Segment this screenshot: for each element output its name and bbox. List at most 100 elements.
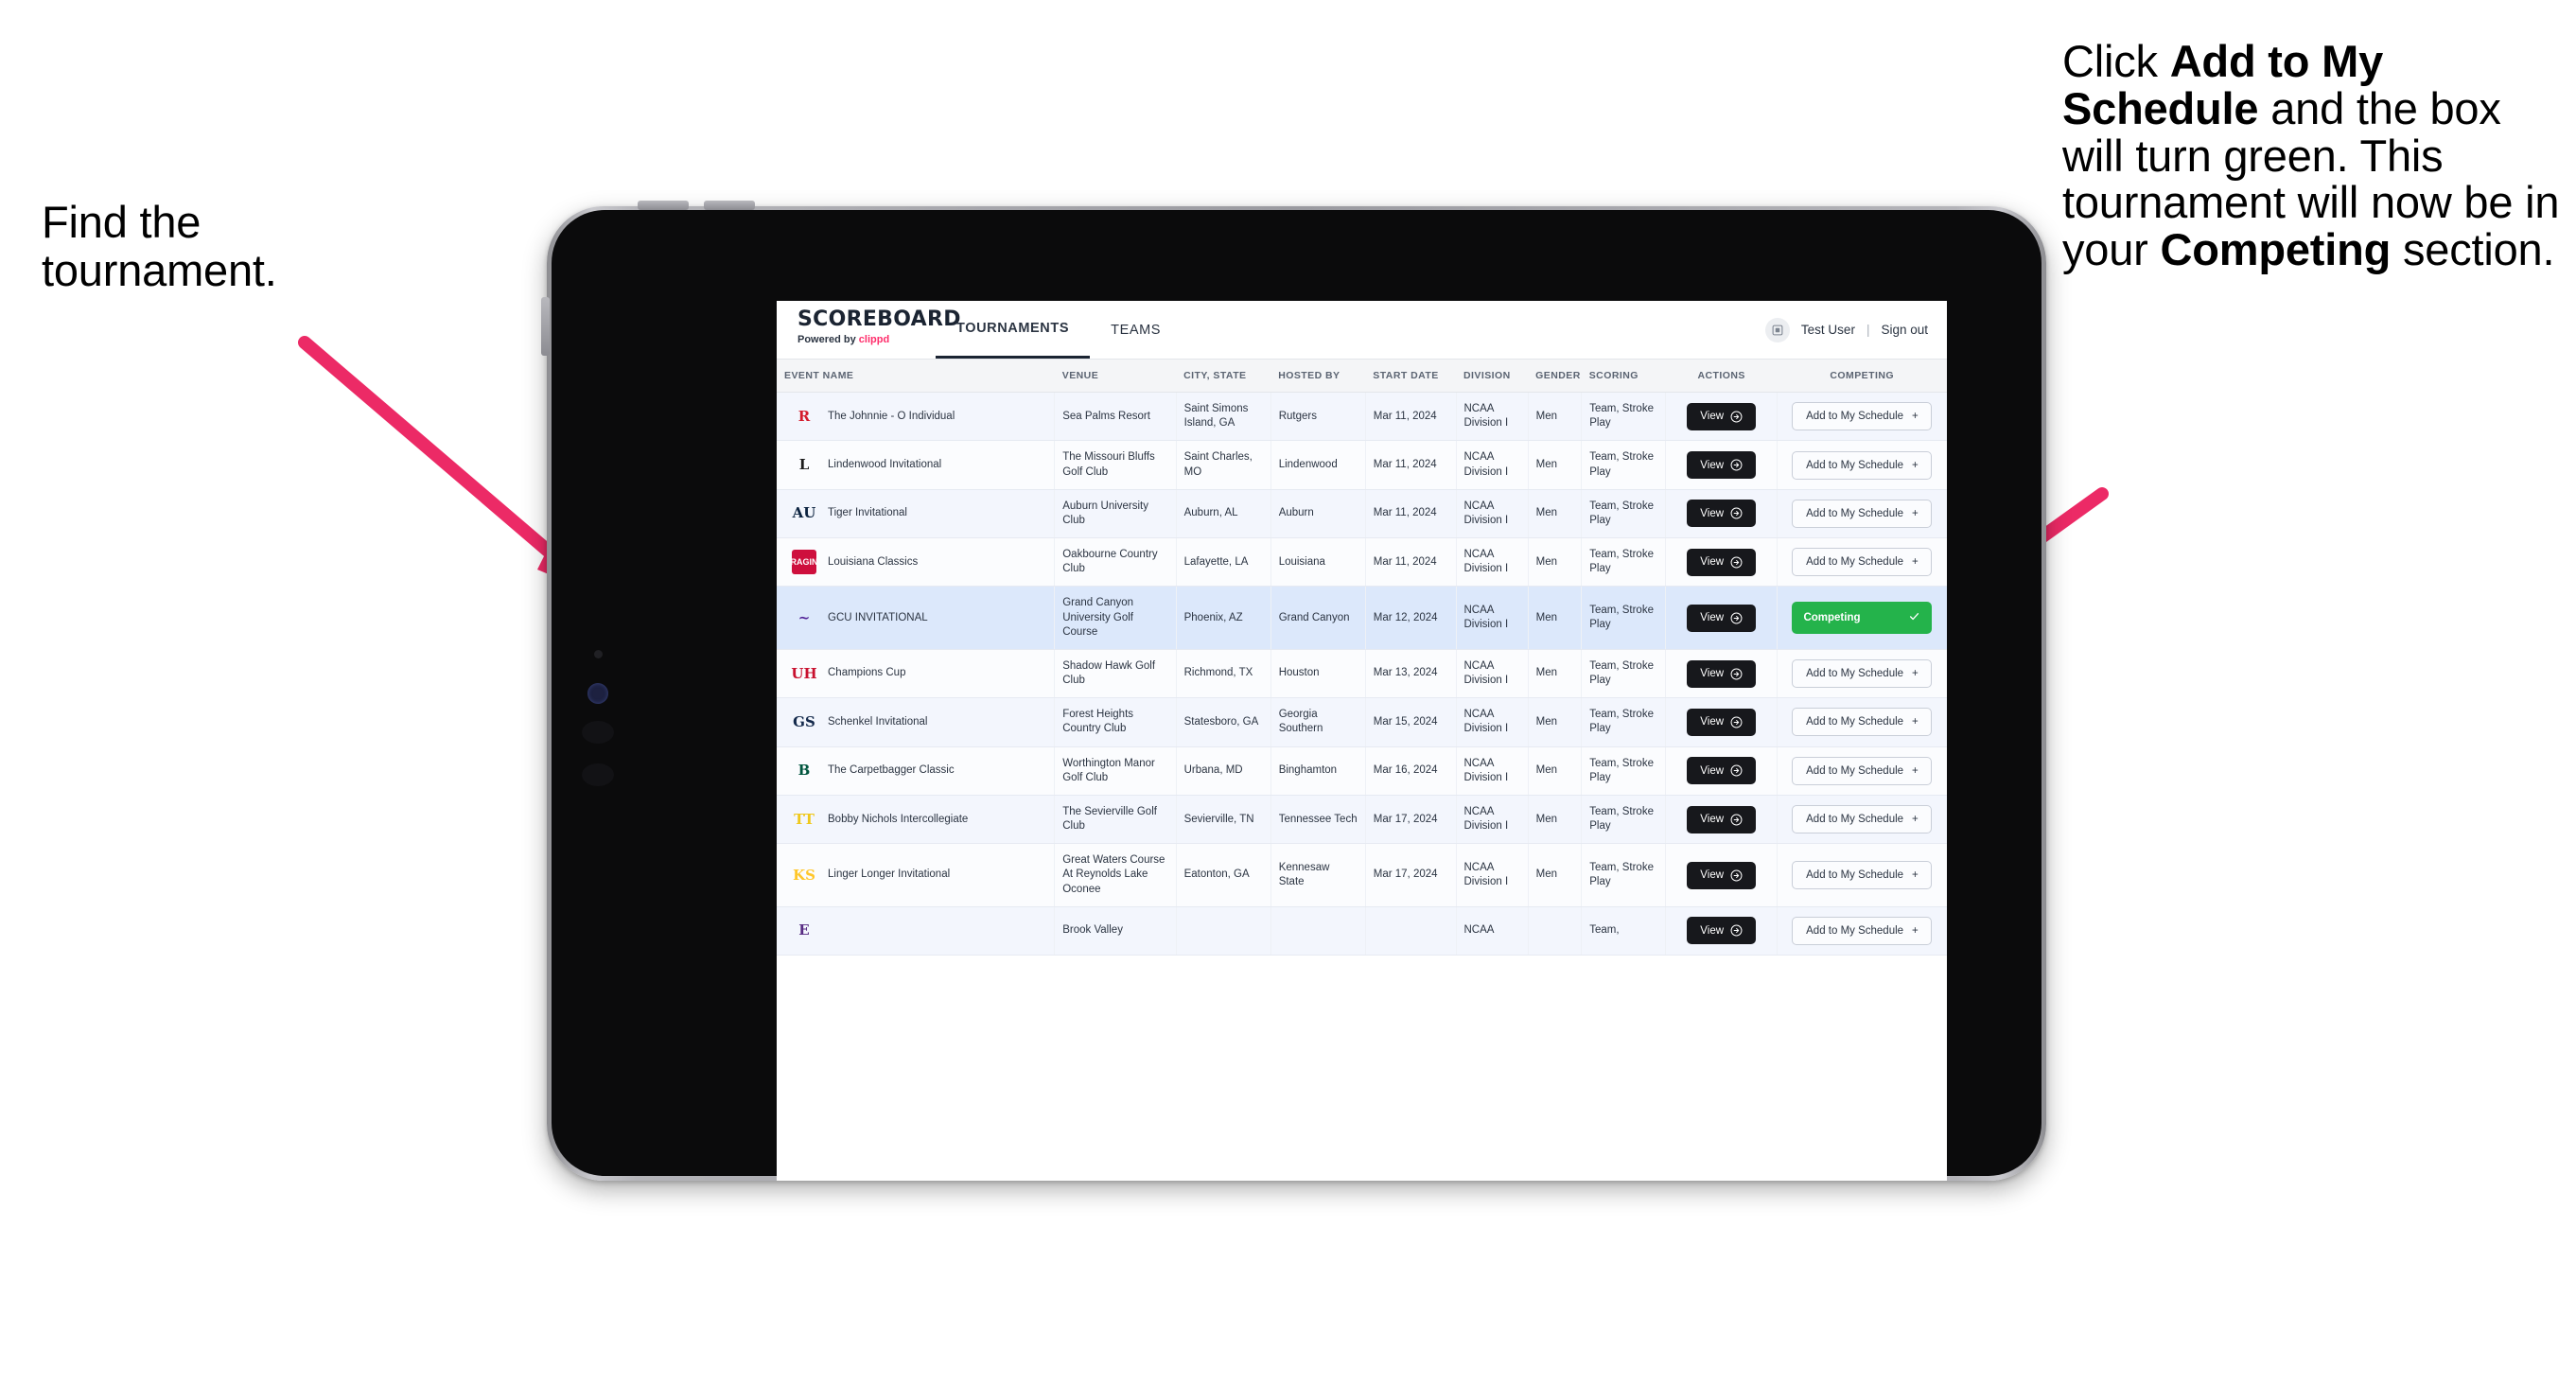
- table-row[interactable]: GS Schenkel Invitational Forest Heights Co…: [777, 697, 1947, 747]
- cell-gender: Men: [1528, 489, 1583, 539]
- table-row[interactable]: B The Carpetbagger Classic Worthington Man…: [777, 746, 1947, 796]
- competing-button[interactable]: Competing: [1792, 602, 1933, 635]
- cell-division: NCAA Division I: [1456, 537, 1529, 588]
- cell-hosted-by: Lindenwood: [1270, 440, 1366, 490]
- add-to-my-schedule-button[interactable]: Add to My Schedule +: [1792, 402, 1933, 431]
- cell-scoring: Team, Stroke Play: [1581, 795, 1667, 845]
- column-header-division[interactable]: DIVISION: [1456, 360, 1529, 393]
- view-button[interactable]: View: [1687, 659, 1757, 688]
- cell-start-date: Mar 11, 2024: [1365, 537, 1457, 588]
- cell-actions: View: [1665, 537, 1778, 588]
- ambient-sensor-icon: [594, 650, 603, 658]
- power-button[interactable]: [541, 297, 550, 356]
- cell-hosted-by: [1270, 906, 1366, 956]
- plus-icon: +: [1912, 668, 1919, 680]
- event-name-wrapper: ~ GCU INVITATIONAL: [784, 605, 1046, 630]
- volume-up-button[interactable]: [638, 201, 689, 210]
- cell-event-name: R The Johnnie - O Individual: [777, 392, 1056, 442]
- cell-city-state: Statesboro, GA: [1176, 697, 1271, 747]
- arrow-circle-right-icon: [1730, 814, 1743, 826]
- view-button[interactable]: View: [1687, 451, 1757, 480]
- event-name-wrapper: KS Linger Longer Invitational: [784, 863, 1046, 887]
- add-to-my-schedule-button[interactable]: Add to My Schedule +: [1792, 861, 1933, 890]
- add-to-my-schedule-button[interactable]: Add to My Schedule +: [1792, 499, 1933, 528]
- view-button[interactable]: View: [1687, 604, 1757, 632]
- column-header-city-state[interactable]: CITY, STATE: [1176, 360, 1271, 393]
- table-row[interactable]: L Lindenwood Invitational The Missouri Blu…: [777, 440, 1947, 490]
- column-header-start-date[interactable]: START DATE: [1365, 360, 1456, 393]
- add-to-my-schedule-button[interactable]: Add to My Schedule +: [1792, 659, 1933, 689]
- column-header-scoring[interactable]: SCORING: [1581, 360, 1666, 393]
- column-header-hosted-by[interactable]: HOSTED BY: [1270, 360, 1366, 393]
- brand-logo: SCOREBOARD Powered by clippd: [777, 301, 960, 359]
- table-row[interactable]: R The Johnnie - O Individual Sea Palms Res…: [777, 392, 1947, 442]
- view-button[interactable]: View: [1687, 861, 1757, 889]
- cell-venue: The Sevierville Golf Club: [1054, 795, 1177, 845]
- cell-city-state: Urbana, MD: [1176, 746, 1271, 796]
- table-row[interactable]: UH Champions Cup Shadow Hawk Golf Club Rich…: [777, 649, 1947, 699]
- view-button[interactable]: View: [1687, 402, 1757, 430]
- add-to-my-schedule-label: Add to My Schedule: [1806, 668, 1904, 680]
- add-to-my-schedule-button[interactable]: Add to My Schedule +: [1792, 548, 1933, 577]
- add-to-my-schedule-button[interactable]: Add to My Schedule +: [1792, 916, 1933, 945]
- arrow-circle-right-icon: [1730, 556, 1743, 569]
- arrow-circle-right-icon: [1730, 924, 1743, 937]
- view-button[interactable]: View: [1687, 757, 1757, 785]
- arrow-circle-right-icon: [1730, 612, 1743, 624]
- table-row[interactable]: RAGIN Louisiana Classics Oakbourne Country…: [777, 537, 1947, 588]
- tab-tournaments[interactable]: TOURNAMENTS: [936, 301, 1091, 359]
- tab-teams[interactable]: TEAMS: [1090, 301, 1182, 359]
- cell-hosted-by: Louisiana: [1270, 537, 1366, 588]
- cell-event-name: UH Champions Cup: [777, 649, 1056, 699]
- view-button[interactable]: View: [1687, 708, 1757, 736]
- cell-gender: Men: [1528, 440, 1583, 490]
- table-row[interactable]: ~ GCU INVITATIONAL Grand Canyon University…: [777, 586, 1947, 650]
- cell-actions: View: [1665, 746, 1778, 796]
- add-to-my-schedule-button[interactable]: Add to My Schedule +: [1792, 450, 1933, 480]
- cell-actions: View: [1665, 697, 1778, 747]
- column-header-gender[interactable]: GENDER: [1528, 360, 1582, 393]
- add-to-my-schedule-label: Add to My Schedule: [1806, 716, 1904, 728]
- cell-event-name: B The Carpetbagger Classic: [777, 746, 1056, 796]
- column-header-actions[interactable]: ACTIONS: [1665, 360, 1778, 393]
- view-button[interactable]: View: [1687, 917, 1757, 945]
- cell-start-date: Mar 17, 2024: [1365, 795, 1457, 845]
- column-header-venue[interactable]: VENUE: [1054, 360, 1177, 393]
- cell-hosted-by: Rutgers: [1270, 392, 1366, 442]
- cell-city-state: Auburn, AL: [1176, 489, 1271, 539]
- add-to-my-schedule-button[interactable]: Add to My Schedule +: [1792, 756, 1933, 785]
- table-row[interactable]: E Brook Valley NCAA Team, View Add to My Sche…: [777, 906, 1947, 956]
- cell-hosted-by: Tennessee Tech: [1270, 795, 1366, 845]
- view-button[interactable]: View: [1687, 500, 1757, 528]
- volume-down-button[interactable]: [704, 201, 755, 210]
- column-header-competing[interactable]: COMPETING: [1777, 360, 1947, 393]
- app-screen: SCOREBOARD Powered by clippd TOURNAMENTS…: [777, 301, 1947, 1181]
- add-to-my-schedule-button[interactable]: Add to My Schedule +: [1792, 708, 1933, 737]
- add-to-my-schedule-button[interactable]: Add to My Schedule +: [1792, 805, 1933, 834]
- event-name-wrapper: R The Johnnie - O Individual: [784, 404, 1046, 429]
- view-button[interactable]: View: [1687, 805, 1757, 833]
- table-row[interactable]: TT Bobby Nichols Intercollegiate The Sevie…: [777, 795, 1947, 845]
- cell-city-state: Richmond, TX: [1176, 649, 1271, 699]
- view-label: View: [1700, 459, 1725, 471]
- cell-scoring: Team, Stroke Play: [1581, 746, 1667, 796]
- tournaments-table-scroll[interactable]: EVENT NAME VENUE CITY, STATE HOSTED BY S…: [777, 360, 1947, 1181]
- sign-out-link[interactable]: Sign out: [1881, 323, 1928, 337]
- team-logo-icon: UH: [791, 664, 817, 682]
- add-to-my-schedule-label: Add to My Schedule: [1806, 814, 1904, 826]
- team-logo-icon: ~: [797, 608, 811, 626]
- add-to-my-schedule-label: Add to My Schedule: [1806, 556, 1904, 569]
- cell-actions: View: [1665, 586, 1778, 650]
- add-to-my-schedule-label: Add to My Schedule: [1806, 869, 1904, 882]
- user-badge-icon[interactable]: [1764, 317, 1790, 342]
- column-header-event-name[interactable]: EVENT NAME: [777, 360, 1055, 393]
- cell-start-date: Mar 17, 2024: [1365, 843, 1457, 907]
- team-logo-icon: B: [797, 762, 811, 780]
- view-button[interactable]: View: [1687, 548, 1757, 576]
- table-row[interactable]: AU Tiger Invitational Auburn University Cl…: [777, 489, 1947, 539]
- cell-venue: Sea Palms Resort: [1054, 392, 1177, 442]
- table-row[interactable]: KS Linger Longer Invitational Great Waters…: [777, 843, 1947, 907]
- cell-competing: Add to My Schedule +: [1777, 795, 1947, 845]
- add-to-my-schedule-label: Add to My Schedule: [1806, 459, 1904, 471]
- add-to-my-schedule-label: Add to My Schedule: [1806, 507, 1904, 519]
